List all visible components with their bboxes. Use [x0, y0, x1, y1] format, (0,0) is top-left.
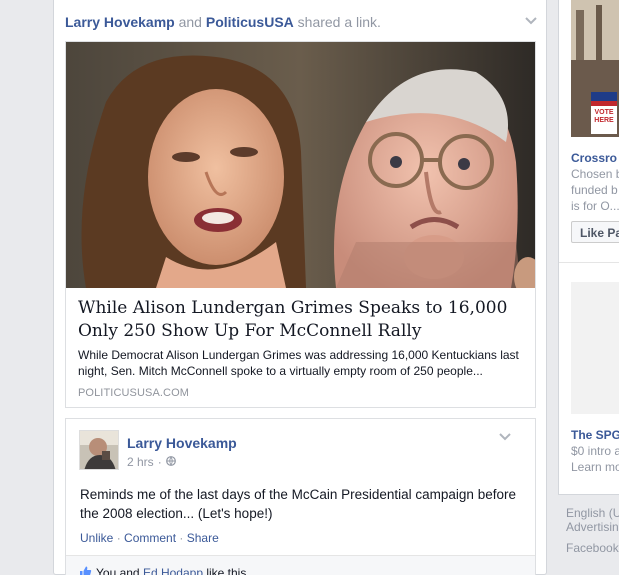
story-options-chevron-down-icon[interactable]	[524, 16, 538, 28]
ad-body-line: funded b	[571, 183, 618, 197]
avatar[interactable]	[79, 430, 119, 470]
header-verb: shared a link.	[297, 14, 381, 30]
post-action-links: Unlike · Comment · Share	[80, 531, 219, 545]
story-header: Larry Hovekamp and PoliticusUSA shared a…	[65, 14, 381, 30]
ad-image-voting[interactable]: VOTE HERE	[571, 0, 619, 137]
globe-icon[interactable]	[165, 455, 176, 469]
post-options-chevron-down-icon[interactable]	[498, 432, 512, 444]
likes-text: You and Ed Hodapp like this.	[96, 566, 250, 575]
timestamp-separator: ·	[157, 455, 162, 469]
ad-title-crossroads[interactable]: Crossro	[571, 151, 617, 165]
share-message: Reminds me of the last days of the McCai…	[80, 487, 516, 521]
reshare-box: Larry Hovekamp 2 hrs · Reminds me of the…	[65, 418, 536, 575]
likes-summary: You and Ed Hodapp like this.	[66, 555, 535, 575]
share-timestamp-row: 2 hrs ·	[127, 455, 176, 469]
link-preview-image[interactable]	[66, 42, 535, 288]
link-source-domain: POLITICUSUSA.COM	[78, 387, 190, 399]
comment-link[interactable]: Comment	[124, 531, 176, 545]
like-page-label: Like Pa	[580, 226, 619, 240]
right-rail-ads: VOTE HERE Crossro Chosen b funded b is f…	[558, 0, 619, 495]
sign-here-text: HERE	[594, 117, 614, 124]
feed-story: Larry Hovekamp and PoliticusUSA shared a…	[53, 0, 547, 575]
likes-tail: like this.	[203, 566, 250, 575]
unlike-link[interactable]: Unlike	[80, 531, 113, 545]
thumbs-up-icon	[79, 565, 92, 575]
sign-vote-text: VOTE	[594, 109, 614, 116]
ad-body-line: is for O...	[571, 199, 619, 213]
rail-divider	[559, 262, 619, 263]
action-separator: ·	[113, 531, 125, 545]
action-separator: ·	[176, 531, 187, 545]
liker-link-ed-hodapp[interactable]: Ed Hodapp	[143, 566, 203, 575]
footer-advertising-link[interactable]: Advertisin	[566, 520, 619, 535]
footer-facebook-copyright: Facebook	[566, 541, 619, 555]
link-attachment[interactable]: While Alison Lundergan Grimes Speaks to …	[65, 41, 536, 408]
ad-body-line: Learn mo	[571, 460, 619, 474]
ad-image-spg[interactable]	[571, 282, 619, 414]
actor-link-politicususa[interactable]: PoliticusUSA	[206, 14, 294, 30]
share-author-name[interactable]: Larry Hovekamp	[127, 435, 237, 451]
likes-you: You and	[96, 566, 143, 575]
actor-link-larry[interactable]: Larry Hovekamp	[65, 14, 175, 30]
link-description: While Democrat Alison Lundergan Grimes w…	[78, 348, 519, 378]
like-page-button[interactable]: Like Pa	[571, 221, 619, 243]
ad-title-spg[interactable]: The SPG	[571, 428, 619, 442]
header-conj: and	[178, 14, 202, 30]
ad-body-line: $0 intro a	[571, 444, 619, 458]
ad-body-line: Chosen b	[571, 167, 619, 181]
share-timestamp[interactable]: 2 hrs	[127, 455, 154, 469]
footer-language-link[interactable]: English (U	[566, 506, 619, 521]
share-link[interactable]: Share	[187, 531, 219, 545]
link-title[interactable]: While Alison Lundergan Grimes Speaks to …	[78, 297, 528, 343]
